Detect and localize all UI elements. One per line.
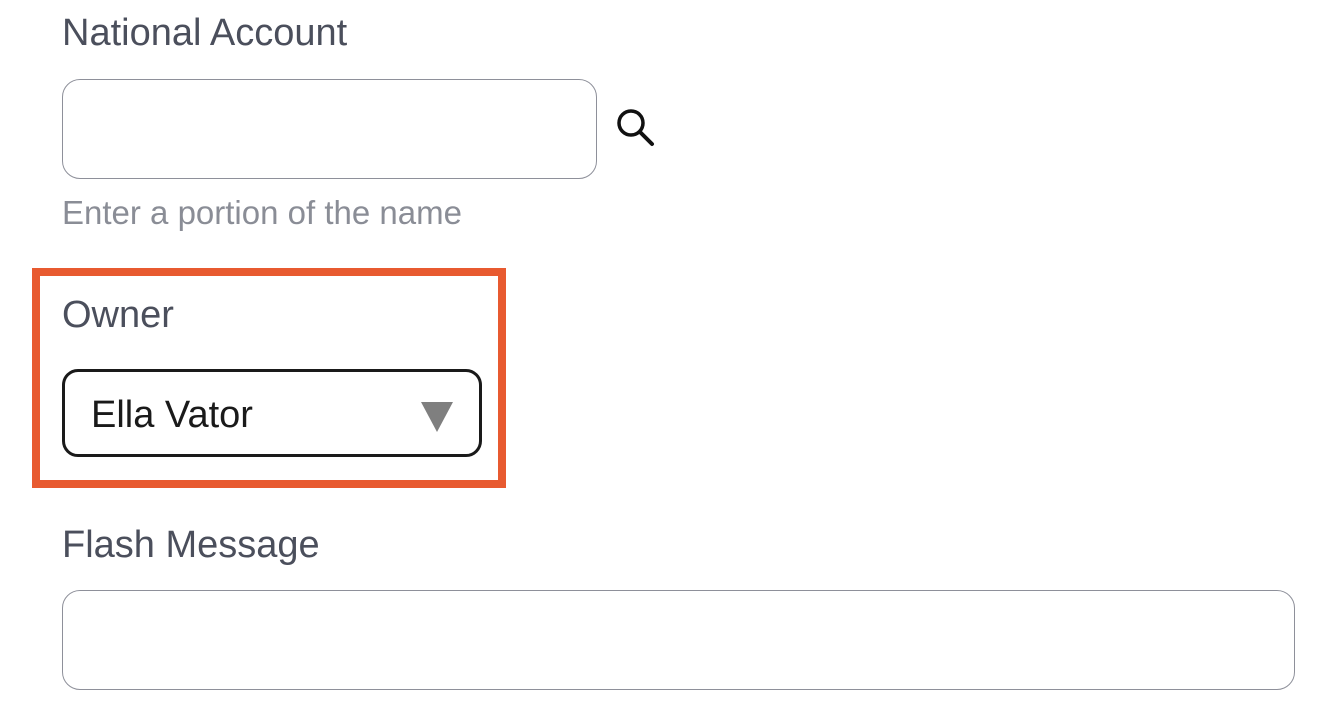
national-account-search-button[interactable] — [608, 100, 664, 156]
flash-message-input[interactable] — [62, 590, 1295, 690]
national-account-input[interactable] — [62, 79, 597, 179]
national-account-hint: Enter a portion of the name — [62, 194, 462, 231]
flash-message-label: Flash Message — [62, 524, 320, 566]
triangle-down-icon — [421, 402, 453, 432]
owner-select[interactable]: Ella Vator — [62, 369, 482, 457]
owner-select-value: Ella Vator — [91, 394, 253, 436]
search-icon — [617, 109, 654, 146]
owner-label: Owner — [62, 294, 174, 336]
national-account-label: National Account — [62, 12, 348, 54]
